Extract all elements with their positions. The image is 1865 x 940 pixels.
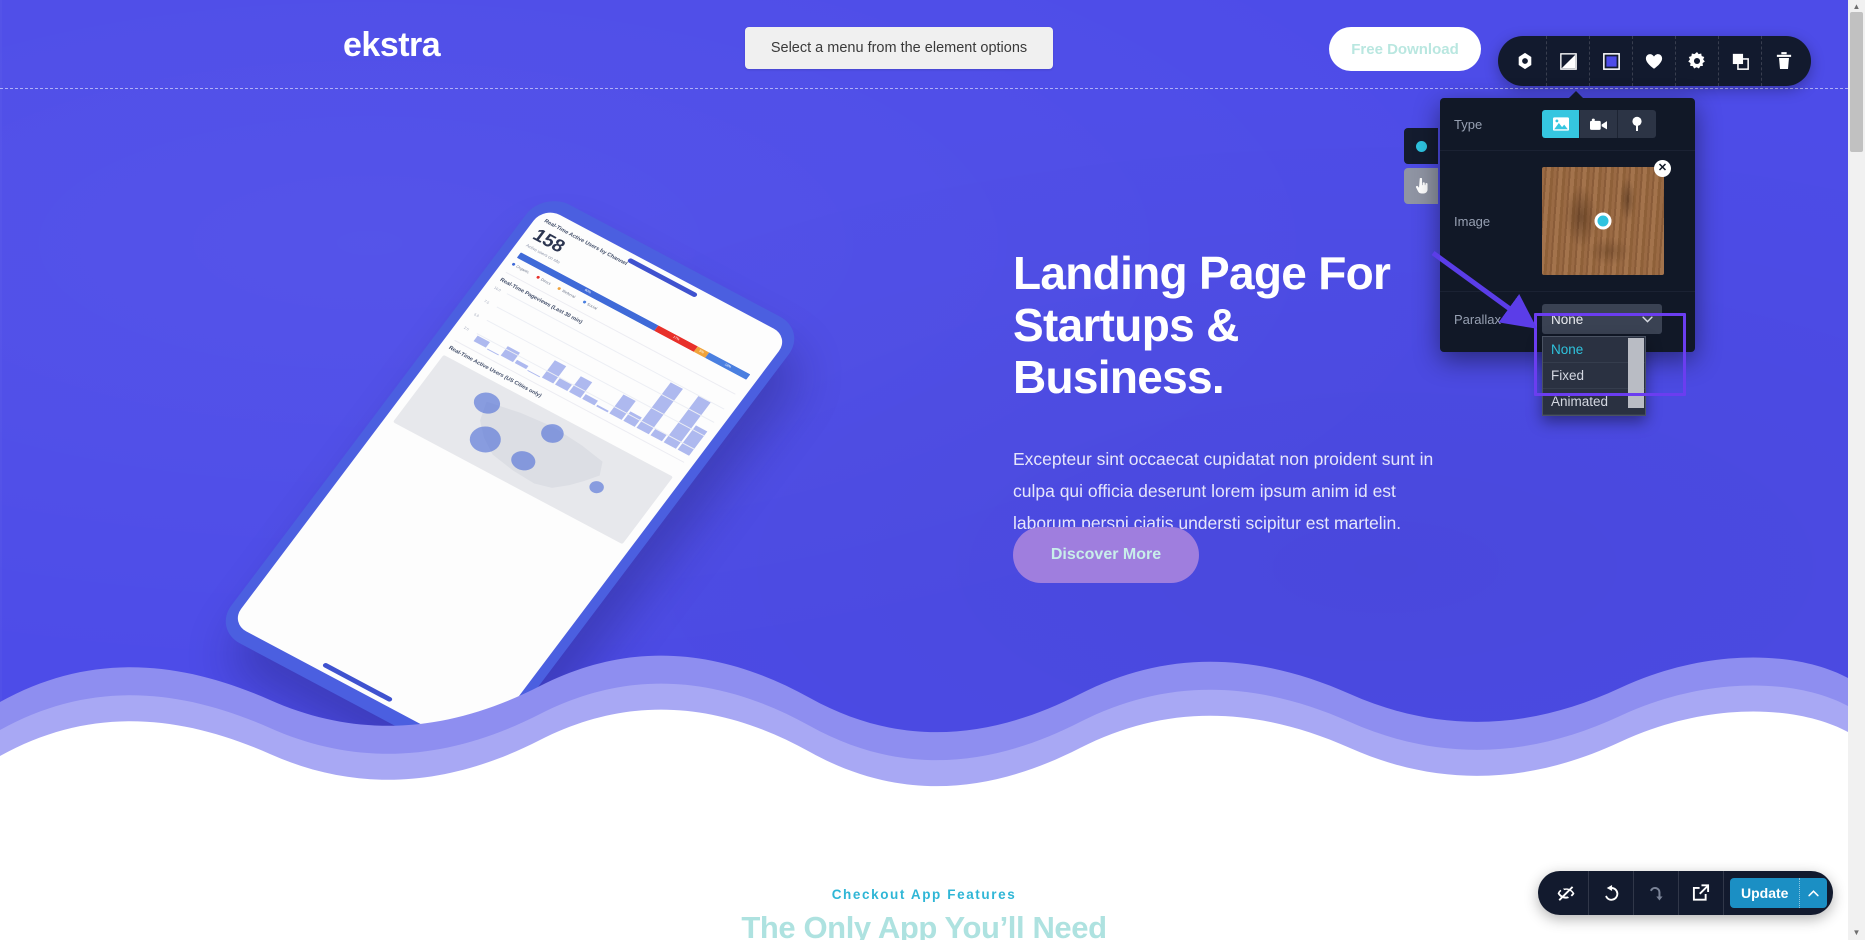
image-preview-box[interactable]: ✕ bbox=[1542, 160, 1671, 275]
parallax-select[interactable]: None bbox=[1542, 304, 1662, 334]
parallax-select-value: None bbox=[1551, 311, 1584, 327]
trash-icon[interactable] bbox=[1762, 36, 1805, 86]
background-settings-popover: Type Image ✕ Parallax None None Fixed An… bbox=[1440, 91, 1695, 416]
legend-item: Direct bbox=[535, 275, 552, 286]
y-tick-label: 10.0 bbox=[493, 285, 502, 293]
video-type-button[interactable] bbox=[1580, 110, 1618, 138]
undo-icon[interactable] bbox=[1589, 871, 1634, 915]
shape-icon[interactable] bbox=[1504, 36, 1547, 86]
redo-arrow-icon bbox=[1649, 886, 1663, 901]
parallax-options-list[interactable]: None Fixed Animated bbox=[1542, 336, 1646, 416]
external-link-icon bbox=[1692, 884, 1710, 901]
browser-scrollbar[interactable]: ▲ ▼ bbox=[1848, 0, 1865, 940]
y-tick-label: 2.5 bbox=[463, 325, 470, 332]
click-hand-icon bbox=[1415, 178, 1428, 194]
editor-bottom-toolbar: Update bbox=[1538, 871, 1834, 915]
image-icon bbox=[1552, 117, 1569, 131]
type-row: Type bbox=[1440, 98, 1695, 151]
preview-icon[interactable] bbox=[1679, 871, 1724, 915]
interaction-icon-button[interactable] bbox=[1404, 168, 1438, 204]
update-button-label: Update bbox=[1741, 885, 1789, 901]
color-type-button[interactable] bbox=[1618, 110, 1656, 138]
redo-icon[interactable] bbox=[1634, 871, 1679, 915]
bar bbox=[473, 335, 490, 348]
duplicate-icon[interactable] bbox=[1719, 36, 1762, 86]
scroll-down-arrow[interactable]: ▼ bbox=[1848, 926, 1865, 940]
section-outline bbox=[0, 88, 1848, 89]
popover-side-rail bbox=[1404, 128, 1438, 204]
type-label: Type bbox=[1454, 116, 1483, 132]
focal-point-indicator[interactable] bbox=[1404, 128, 1438, 164]
wave-divider bbox=[0, 655, 1848, 810]
eye-slash-icon bbox=[1557, 885, 1574, 901]
background-image-thumbnail[interactable] bbox=[1542, 167, 1664, 275]
heart-icon[interactable] bbox=[1633, 36, 1676, 86]
legend-item: Social bbox=[582, 299, 598, 311]
gear-icon[interactable] bbox=[1676, 36, 1719, 86]
phone-mockup: Real-Time Active Users by Channel 158 Ac… bbox=[213, 190, 890, 770]
teal-dot-icon bbox=[1415, 140, 1427, 152]
parallax-label: Parallax bbox=[1454, 311, 1501, 327]
parallax-select-wrap: None None Fixed Animated bbox=[1542, 304, 1662, 416]
update-options-caret[interactable] bbox=[1799, 878, 1827, 908]
y-tick-label: 5.0 bbox=[473, 312, 480, 318]
options-scrollbar[interactable] bbox=[1628, 338, 1644, 408]
background-icon[interactable] bbox=[1590, 36, 1633, 86]
image-row: Image ✕ bbox=[1440, 151, 1695, 292]
bar bbox=[568, 375, 593, 398]
type-option-group bbox=[1542, 110, 1656, 138]
discover-more-button[interactable]: Discover More bbox=[1013, 527, 1199, 583]
hero-paragraph[interactable]: Excepteur sint occaecat cupidatat non pr… bbox=[1013, 444, 1453, 540]
chevron-up-icon bbox=[1808, 889, 1820, 896]
parallax-row: Parallax None None Fixed Animated bbox=[1440, 292, 1695, 416]
free-download-button[interactable]: Free Download bbox=[1329, 27, 1481, 71]
brand-logo[interactable]: ekstra bbox=[343, 26, 441, 65]
corner-icon[interactable] bbox=[1547, 36, 1590, 86]
image-type-button[interactable] bbox=[1542, 110, 1580, 138]
bar bbox=[527, 369, 540, 377]
remove-image-button[interactable]: ✕ bbox=[1654, 160, 1671, 177]
bar bbox=[487, 347, 500, 355]
undo-arrow-icon bbox=[1604, 884, 1618, 901]
hide-icon[interactable] bbox=[1544, 871, 1589, 915]
color-pin-icon bbox=[1632, 116, 1642, 131]
focal-point-handle[interactable] bbox=[1594, 212, 1612, 230]
hero-copy: Landing Page For Startups & Business. Ex… bbox=[1013, 247, 1453, 540]
chevron-down-icon bbox=[1642, 315, 1653, 323]
update-button[interactable]: Update bbox=[1730, 878, 1828, 908]
video-camera-icon bbox=[1590, 118, 1607, 130]
bar bbox=[595, 404, 609, 413]
y-tick-label: 7.5 bbox=[483, 299, 490, 305]
scrollbar-thumb[interactable] bbox=[1850, 12, 1863, 152]
element-toolbar bbox=[1498, 36, 1811, 86]
hero-title[interactable]: Landing Page For Startups & Business. bbox=[1013, 247, 1453, 404]
image-label: Image bbox=[1454, 213, 1491, 229]
bar bbox=[514, 359, 529, 370]
menu-placeholder[interactable]: Select a menu from the element options bbox=[745, 27, 1053, 69]
